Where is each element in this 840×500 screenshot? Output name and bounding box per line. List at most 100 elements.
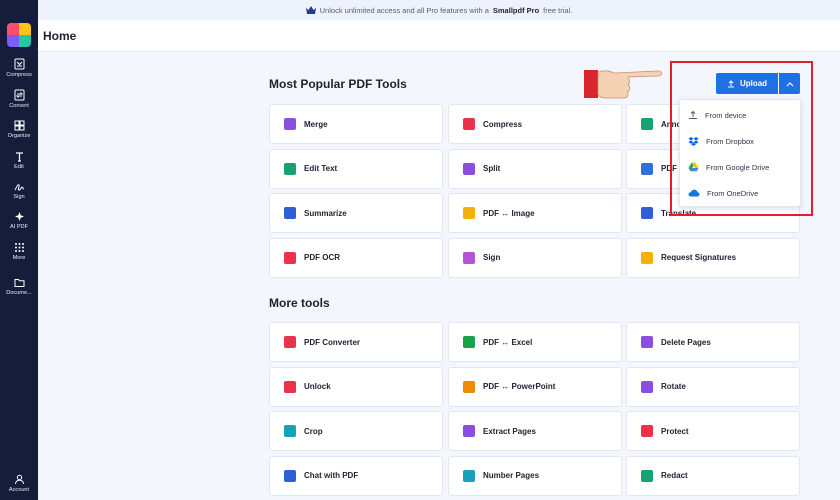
tool-icon [284, 380, 296, 393]
tool-label: Extract Pages [483, 426, 536, 436]
tool-icon [284, 469, 296, 482]
edit-icon [15, 152, 23, 162]
tool-label: Edit Text [304, 164, 338, 173]
tool-card[interactable]: Summarize [269, 193, 443, 233]
tool-icon [463, 162, 475, 175]
tool-icon [463, 380, 475, 393]
tool-card[interactable]: Chat with PDF [269, 455, 443, 496]
tool-label: PDF ↔ Image [483, 208, 535, 218]
tool-icon [641, 336, 653, 348]
tool-card[interactable]: Edit Text [269, 148, 443, 189]
pointing-hand-icon [584, 70, 663, 99]
tool-label: PDF OCR [304, 253, 340, 262]
sidebar-item-label: Edit [14, 164, 24, 170]
tool-icon [284, 425, 296, 437]
tool-icon [463, 207, 475, 219]
tool-icon [463, 251, 475, 264]
tool-label: PDF ↔ Excel [483, 337, 533, 347]
smallpdf-logo[interactable] [7, 23, 31, 47]
tool-icon [463, 118, 475, 130]
sidebar-item-label: More [12, 255, 26, 261]
tool-card[interactable]: Merge [269, 104, 443, 144]
ai-icon [14, 212, 24, 221]
account-icon [14, 474, 24, 485]
tool-card[interactable]: Delete Pages [626, 322, 800, 362]
sign-icon [14, 184, 24, 191]
convert-icon [14, 89, 24, 101]
tool-icon [641, 425, 653, 437]
tool-card[interactable]: PDF Converter [269, 322, 443, 362]
tool-label: Summarize [304, 208, 347, 218]
tool-icon [284, 207, 296, 219]
tool-icon [641, 469, 653, 482]
sidebar-item-convert[interactable]: Convert [0, 89, 38, 117]
tool-label: Protect [661, 426, 689, 436]
upload-highlight-box [670, 61, 813, 216]
tool-card[interactable]: Sign [448, 237, 622, 278]
section-title-more: More tools [269, 296, 330, 310]
sidebar-item-compress[interactable]: Compress [0, 58, 38, 86]
sidebar-item-account[interactable]: Account [0, 474, 38, 500]
tool-icon [463, 425, 475, 437]
tool-label: Split [483, 164, 501, 173]
sidebar-item-documents[interactable]: Docume... [0, 277, 38, 305]
crown-icon [305, 6, 316, 14]
tool-card[interactable]: Extract Pages [448, 411, 622, 451]
tool-icon [284, 336, 296, 348]
sidebar-item-label: Compress [6, 72, 32, 78]
folder-icon [14, 279, 24, 287]
page-header: Home [38, 20, 840, 52]
banner-text: Unlock unlimited access and all Pro feat… [319, 5, 489, 15]
tool-icon [284, 251, 296, 264]
sidebar-item-label: Sign [13, 194, 25, 200]
tool-card[interactable]: Request Signatures [626, 237, 800, 278]
sidebar-item-organize[interactable]: Organize [0, 120, 38, 148]
tool-label: Number Pages [483, 471, 540, 480]
tool-card[interactable]: Crop [269, 411, 443, 451]
sidebar-item-ai-pdf[interactable]: AI PDF [0, 211, 38, 239]
promo-banner[interactable]: Unlock unlimited access and all Pro feat… [38, 0, 840, 20]
banner-suffix: free trial. [543, 5, 573, 15]
tool-icon [641, 118, 653, 130]
tool-card[interactable]: Protect [626, 411, 800, 451]
tool-label: Sign [483, 253, 501, 262]
tool-card[interactable]: Redact [626, 455, 800, 496]
sidebar: Compress Convert Organize Edit Sign AI P… [0, 0, 38, 500]
tool-icon [641, 162, 653, 175]
tool-icon [641, 207, 653, 219]
banner-brand: Smallpdf Pro [492, 5, 540, 15]
sidebar-item-label: Docume... [6, 290, 32, 296]
sidebar-item-sign[interactable]: Sign [0, 181, 38, 209]
sidebar-item-label: Organize [7, 133, 31, 139]
tool-label: Compress [483, 119, 523, 129]
tool-label: PDF Converter [304, 337, 361, 347]
sidebar-item-edit[interactable]: Edit [0, 151, 38, 179]
tool-icon [284, 118, 296, 130]
tool-card[interactable]: Unlock [269, 366, 443, 407]
tool-label: Rotate [661, 382, 686, 391]
tool-icon [463, 336, 475, 348]
tool-card[interactable]: PDF ↔ PowerPoint [448, 366, 622, 407]
tool-label: Unlock [304, 382, 331, 391]
tool-label: PDF ↔ PowerPoint [483, 382, 556, 391]
sidebar-item-label: AI PDF [9, 224, 29, 230]
more-icon [14, 243, 24, 252]
organize-icon [14, 120, 24, 131]
tool-label: Delete Pages [661, 337, 711, 347]
tool-card[interactable]: Compress [448, 104, 622, 144]
tool-label: Request Signatures [661, 253, 737, 262]
tool-icon [641, 380, 653, 393]
tool-card[interactable]: PDF ↔ Image [448, 193, 622, 233]
tool-card[interactable]: Number Pages [448, 455, 622, 496]
tool-card[interactable]: PDF ↔ Excel [448, 322, 622, 362]
tool-label: Redact [661, 471, 688, 480]
tool-label: Merge [304, 119, 328, 129]
tool-label: Crop [304, 426, 323, 436]
sidebar-item-label: Convert [9, 103, 29, 109]
sidebar-item-more[interactable]: More [0, 242, 38, 270]
tool-label: Chat with PDF [304, 471, 359, 480]
tool-icon [284, 162, 296, 175]
tool-card[interactable]: Split [448, 148, 622, 189]
tool-card[interactable]: Rotate [626, 366, 800, 407]
tool-card[interactable]: PDF OCR [269, 237, 443, 278]
